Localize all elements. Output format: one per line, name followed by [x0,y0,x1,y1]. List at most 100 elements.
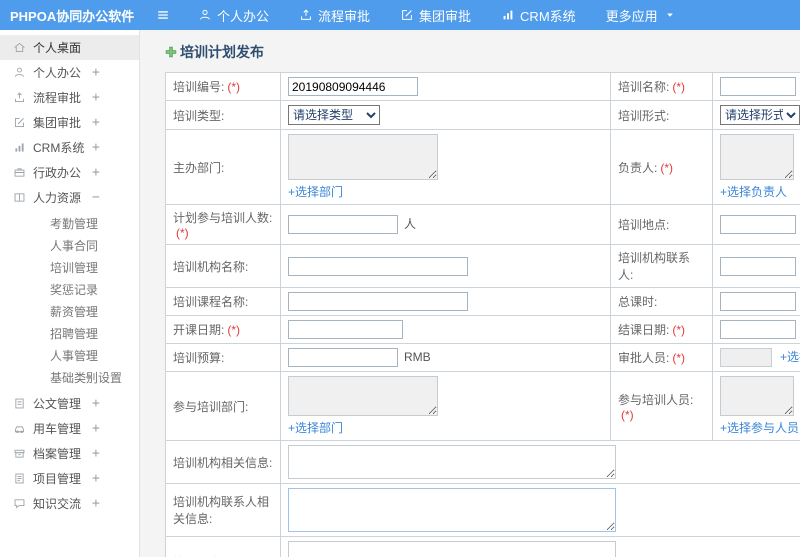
expand-toggle-icon[interactable]: + [92,65,100,80]
sidebar-item[interactable]: 个人办公 + [0,60,139,85]
expand-toggle-icon[interactable]: + [85,370,93,385]
sidebar-subitem[interactable]: 培训管理 [0,256,139,278]
sidebar-item-label: 公文管理 [33,397,82,411]
field-value-cell: +选择参与人员 [712,371,800,442]
text-input[interactable] [288,320,403,339]
field-label-cell: 培训类型: [165,100,281,130]
sidebar-subitem[interactable]: 人事合同 [0,234,139,256]
main-content: 培训计划发布 培训编号:(*)培训名称:(*)培训类型:请选择类型培训形式:请选… [140,30,800,557]
expand-toggle-icon[interactable]: − [92,190,100,205]
textarea-input[interactable] [288,134,438,180]
expand-toggle-icon[interactable]: + [92,90,100,105]
training-plan-form: 培训编号:(*)培训名称:(*)培训类型:请选择类型培训形式:请选择形式主办部门… [165,72,800,557]
expand-toggle-icon[interactable]: + [92,140,100,155]
textarea-input[interactable] [288,488,616,533]
topbar-menu-item[interactable]: 个人办公 [198,6,269,25]
upload-icon [299,8,313,22]
textarea-input[interactable] [720,134,794,180]
expand-toggle-icon[interactable]: + [85,348,93,363]
sidebar-subitem-label: 培训管理 [50,260,99,275]
expand-toggle-icon[interactable]: + [92,471,100,486]
sidebar-subitem[interactable]: 人事管理 + [0,344,139,366]
expand-toggle-icon[interactable]: + [92,115,100,130]
expand-toggle-icon[interactable]: + [92,396,100,411]
field-value-cell [280,483,800,538]
hamburger-menu-icon[interactable] [154,8,172,22]
sidebar-item[interactable]: 档案管理 + [0,441,139,466]
sidebar-item[interactable]: 项目管理 + [0,466,139,491]
textarea-input[interactable] [288,445,616,480]
topbar-menu-item[interactable]: 更多应用 [606,6,675,25]
expand-toggle-icon[interactable]: + [85,326,93,341]
sidebar-item-label: 个人办公 [33,66,82,80]
field-label-cell: 培训机构联系人: [610,244,713,288]
field-value-cell [712,244,800,288]
sidebar-item[interactable]: 行政办公 + [0,160,139,185]
required-mark: (*) [672,323,686,337]
select-input[interactable]: 请选择形式 [720,105,800,125]
textarea-input[interactable] [288,376,438,417]
field-value-cell [280,72,611,101]
sidebar-subitem[interactable]: 奖惩记录 [0,278,139,300]
text-input[interactable] [720,320,796,339]
picker-link[interactable]: +选择参与人员 [720,421,799,435]
textarea-input[interactable] [288,541,616,557]
textarea-input[interactable] [720,376,794,417]
field-label: 培训预算: [173,351,225,366]
picker-link[interactable]: +选择部门 [288,421,343,435]
expand-toggle-icon[interactable]: + [92,421,100,436]
field-label-cell: 培训机构联系人相关信息: [165,483,281,538]
picker-link[interactable]: +选择部门 [288,185,343,199]
expand-toggle-icon[interactable]: + [92,496,100,511]
expand-toggle-icon[interactable]: + [92,165,100,180]
text-input[interactable] [720,292,796,311]
picker-link[interactable]: +选择审批人员 [780,350,800,364]
sidebar-subitem[interactable]: 基础类别设置 + [0,366,139,388]
app-window: PHPOA协同办公软件 个人办公 流程审批 集团审批 CRM系统 更多应用 个人桌面 个人… [0,0,800,557]
sidebar-item[interactable]: 公文管理 + [0,391,139,416]
field-value-cell: 请选择类型 [280,100,611,130]
picker-link[interactable]: +选择负责人 [720,185,787,199]
field-unit-suffix: 人 [404,216,417,231]
sidebar-item[interactable]: 个人桌面 [0,35,139,60]
text-input[interactable] [288,348,398,368]
text-input[interactable] [288,256,468,276]
text-input[interactable] [288,292,468,311]
text-input[interactable] [288,77,418,96]
text-input[interactable] [720,348,772,368]
text-input[interactable] [720,215,796,234]
document-icon [13,397,26,410]
topbar-menu-item[interactable]: CRM系统 [501,6,576,25]
text-input[interactable] [720,77,796,96]
expand-toggle-icon[interactable]: + [85,304,93,319]
sidebar-item[interactable]: 用车管理 + [0,416,139,441]
text-input[interactable] [288,215,398,235]
sidebar-subitem[interactable]: 招聘管理 + [0,322,139,344]
sidebar-item-label: 档案管理 [33,447,82,461]
field-value-cell: 人 [280,204,611,245]
select-input[interactable]: 请选择类型 [288,105,380,125]
topbar-menu-label: 流程审批 [318,8,371,24]
sidebar-item-label: 知识交流 [33,497,82,511]
sidebar-subitem[interactable]: 薪资管理 + [0,300,139,322]
sidebar-item[interactable]: 流程审批 + [0,85,139,110]
sidebar-item[interactable]: CRM系统 + [0,135,139,160]
sidebar-item[interactable]: 集团审批 + [0,110,139,135]
field-label-cell: 培训机构名称: [165,244,281,288]
field-label-cell: 审批人员: (*) [610,342,713,373]
form-row: 参与培训部门: +选择部门 参与培训人员:(*) +选择参与人员 [165,371,800,442]
form-row: 培训课程名称: 总课时: [165,287,800,316]
sidebar-item[interactable]: 人力资源 − [0,185,139,210]
field-label: 负责人: [618,160,658,175]
chart-icon [501,8,515,22]
topbar-menu-label: 个人办公 [217,8,270,24]
topbar-menu-item[interactable]: 流程审批 [299,6,370,25]
sidebar-item[interactable]: 知识交流 + [0,491,139,516]
form-row: 培训类型: 请选择类型 培训形式: 请选择形式 [165,100,800,130]
text-input[interactable] [720,256,796,276]
field-value-cell: +选择审批人员 [712,342,800,373]
topbar-menu-item[interactable]: 集团审批 [400,6,471,25]
sidebar-subitem[interactable]: 考勤管理 [0,212,139,234]
field-value-cell [712,287,800,316]
expand-toggle-icon[interactable]: + [92,446,100,461]
